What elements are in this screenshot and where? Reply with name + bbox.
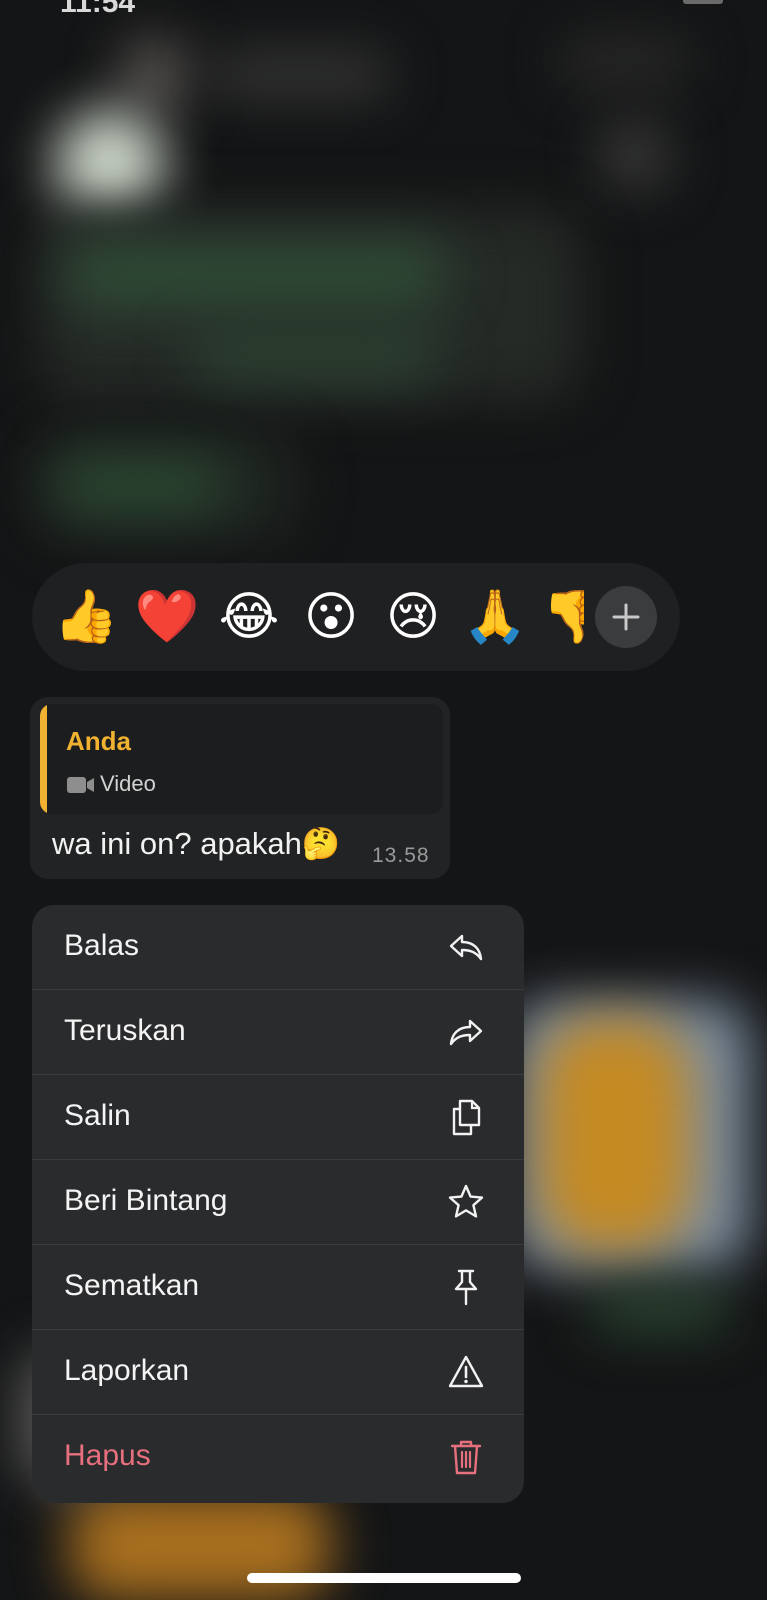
menu-item-reply[interactable]: Balas [32,905,524,990]
menu-item-label: Salin [64,1099,131,1132]
message-time: 13.58 [372,844,430,867]
surprised-reaction[interactable]: 😮 [297,583,365,651]
quote-accent-bar [40,704,47,814]
star-icon [448,1184,484,1218]
thumbs-down-reaction[interactable]: 👎 [542,583,584,651]
plus-icon [612,603,640,631]
status-time: 11:54 [60,0,136,19]
crying-reaction[interactable]: 😢 [379,583,447,651]
copy-icon [452,1099,481,1136]
menu-item-copy[interactable]: Salin [32,1075,524,1160]
menu-item-star[interactable]: Beri Bintang [32,1160,524,1245]
menu-item-label: Laporkan [64,1354,190,1387]
reaction-bar: 👍 ❤️ 😂 😮 😢 🙏 👎 [32,563,680,671]
pray-reaction[interactable]: 🙏 [461,583,529,651]
menu-item-label: Hapus [64,1439,151,1472]
menu-item-label: Balas [64,929,140,962]
home-indicator[interactable] [247,1573,521,1583]
thumbs-up-reaction[interactable]: 👍 [52,583,120,651]
quote-media-type: Video [100,771,156,796]
message-bubble: Anda Video wa ini on? apakah🤔 13.58 [30,697,450,879]
menu-item-pin[interactable]: Sematkan [32,1245,524,1330]
message-text: wa ini on? apakah🤔 [52,826,341,861]
trash-icon [450,1440,482,1475]
warning-icon [448,1355,484,1388]
battery-icon [683,0,723,4]
menu-item-delete[interactable]: Hapus [32,1415,524,1500]
heart-reaction[interactable]: ❤️ [133,583,201,651]
menu-item-forward[interactable]: Teruskan [32,990,524,1075]
quoted-message[interactable]: Anda Video [40,704,443,814]
video-camera-icon [67,777,94,793]
more-reactions-button[interactable] [595,586,657,648]
menu-item-label: Beri Bintang [64,1184,228,1217]
reply-icon [449,934,483,961]
pin-icon [454,1269,478,1306]
menu-item-label: Sematkan [64,1269,200,1302]
tears-of-joy-reaction[interactable]: 😂 [215,583,283,651]
menu-item-label: Teruskan [64,1014,186,1047]
forward-icon [449,1019,483,1046]
menu-item-report[interactable]: Laporkan [32,1330,524,1415]
quote-sender: Anda [66,726,131,756]
message-context-menu: Balas Teruskan Salin Beri Bintang Sematk… [32,905,524,1503]
